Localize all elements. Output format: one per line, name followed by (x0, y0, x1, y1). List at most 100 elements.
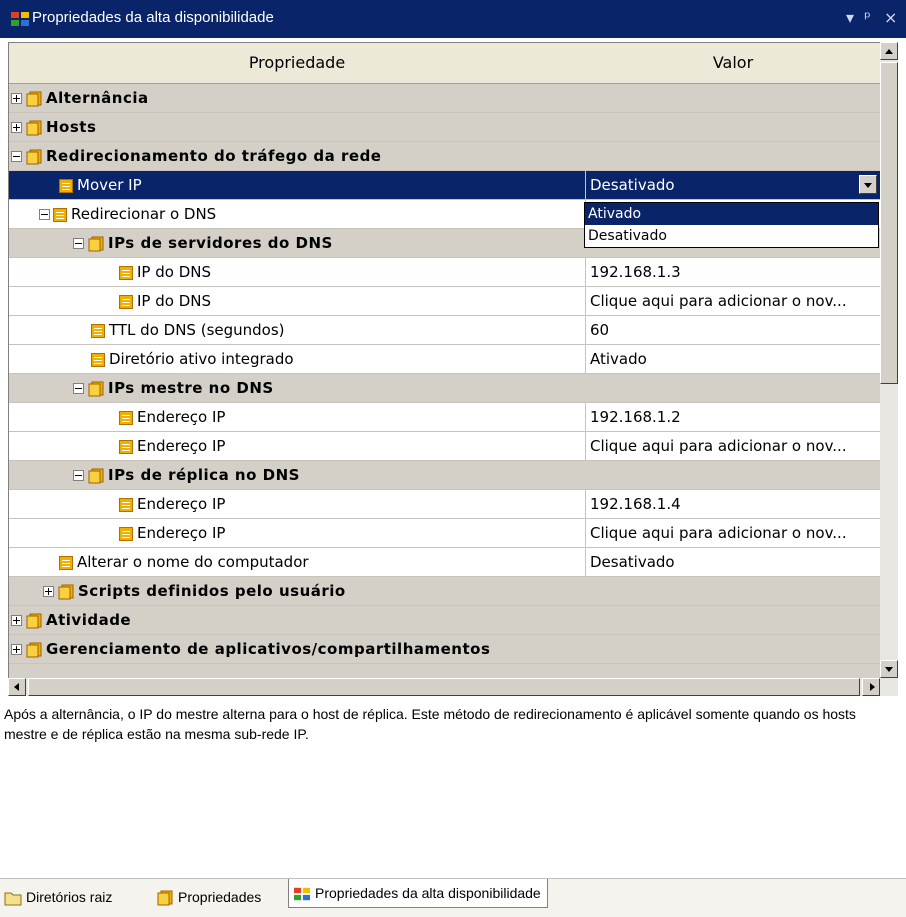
vertical-scroll-thumb[interactable] (880, 62, 898, 384)
collapse-icon[interactable] (73, 470, 84, 481)
tab-label: Propriedades (178, 889, 262, 905)
group-row-alternancia[interactable]: Alternância (9, 84, 881, 113)
property-row-endereco-ip[interactable]: Endereço IP Clique aqui para adicionar o… (9, 519, 881, 548)
property-row-ip-dns[interactable]: IP do DNS Clique aqui para adicionar o n… (9, 287, 881, 316)
property-icon (59, 178, 73, 193)
close-button[interactable]: × (884, 8, 897, 27)
row-value[interactable]: 192.168.1.4 (585, 490, 881, 518)
folder-icon (4, 892, 22, 906)
properties-folder-icon (157, 890, 173, 906)
row-label: TTL do DNS (segundos) (109, 321, 285, 339)
high-availability-icon (11, 12, 29, 26)
row-value[interactable]: Clique aqui para adicionar o nov... (585, 432, 881, 460)
tab-propriedades[interactable]: Propriedades (156, 883, 261, 911)
property-icon (119, 526, 133, 541)
expand-icon[interactable] (11, 122, 22, 133)
row-value (585, 577, 881, 605)
scroll-left-icon[interactable] (8, 678, 26, 696)
tab-label: Diretórios raiz (26, 889, 113, 905)
property-row-endereco-ip[interactable]: Endereço IP 192.168.1.2 (9, 403, 881, 432)
option-desativado[interactable]: Desativado (585, 225, 878, 247)
row-value[interactable]: Clique aqui para adicionar o nov... (585, 519, 881, 547)
scroll-up-icon[interactable] (880, 42, 898, 60)
collapse-icon[interactable] (73, 238, 84, 249)
row-value[interactable]: 192.168.1.3 (585, 258, 881, 286)
row-label: Endereço IP (137, 437, 226, 455)
property-row-endereco-ip[interactable]: Endereço IP 192.168.1.4 (9, 490, 881, 519)
property-row-ip-dns[interactable]: IP do DNS 192.168.1.3 (9, 258, 881, 287)
property-icon (119, 497, 133, 512)
row-value[interactable]: Clique aqui para adicionar o nov... (585, 287, 881, 315)
property-row-diretorio-ativo[interactable]: Diretório ativo integrado Ativado (9, 345, 881, 374)
row-label: Scripts definidos pelo usuário (78, 582, 346, 600)
row-label: IPs mestre no DNS (108, 379, 274, 397)
panel-title-bar: Propriedades da alta disponibilidade ▾ ᵖ… (0, 0, 906, 38)
row-value[interactable]: 60 (585, 316, 881, 344)
collapse-icon[interactable] (39, 209, 50, 220)
expand-icon[interactable] (43, 586, 54, 597)
vertical-scrollbar[interactable] (880, 42, 898, 678)
group-row-ips-mestre[interactable]: IPs mestre no DNS (9, 374, 881, 403)
row-value[interactable]: Desativado (585, 548, 881, 576)
row-label: Redirecionar o DNS (71, 205, 217, 223)
row-value (585, 84, 881, 112)
group-row-atividade[interactable]: Atividade (9, 606, 881, 635)
property-row-ttl-dns[interactable]: TTL do DNS (segundos) 60 (9, 316, 881, 345)
group-row-gerenciamento[interactable]: Gerenciamento de aplicativos/compartilha… (9, 635, 881, 664)
group-row-hosts[interactable]: Hosts (9, 113, 881, 142)
option-ativado[interactable]: Ativado (585, 203, 878, 225)
property-icon (53, 207, 67, 222)
row-value (585, 635, 881, 663)
property-icon (119, 265, 133, 280)
properties-folder-icon (26, 642, 42, 657)
expand-icon[interactable] (11, 93, 22, 104)
pin-icon[interactable]: ᵖ (864, 8, 871, 27)
properties-folder-icon (26, 91, 42, 106)
row-label: Endereço IP (137, 495, 226, 513)
mover-ip-dropdown-list: Ativado Desativado (584, 202, 879, 248)
expand-icon[interactable] (11, 615, 22, 626)
scroll-right-icon[interactable] (862, 678, 880, 696)
row-label: Hosts (46, 118, 97, 136)
panel-title: Propriedades da alta disponibilidade (32, 9, 274, 26)
property-icon (91, 323, 105, 338)
property-row-mover-ip[interactable]: Mover IP Desativado (9, 171, 881, 200)
property-icon (91, 352, 105, 367)
row-label: Mover IP (77, 176, 142, 194)
row-value (585, 374, 881, 402)
column-header-property[interactable]: Propriedade (9, 43, 586, 84)
expand-icon[interactable] (11, 644, 22, 655)
scroll-down-icon[interactable] (880, 660, 898, 678)
row-label: IP do DNS (137, 292, 211, 310)
row-label: Endereço IP (137, 408, 226, 426)
row-label: Atividade (46, 611, 132, 629)
properties-folder-icon (88, 236, 104, 251)
row-value (585, 142, 881, 170)
mover-ip-select[interactable]: Desativado (585, 171, 881, 199)
group-row-redirecionamento[interactable]: Redirecionamento do tráfego da rede (9, 142, 881, 171)
dropdown-arrow-icon[interactable] (859, 175, 877, 194)
property-icon (59, 555, 73, 570)
collapse-icon[interactable] (11, 151, 22, 162)
property-row-alterar-nome[interactable]: Alterar o nome do computador Desativado (9, 548, 881, 577)
tab-diretorios-raiz[interactable]: Diretórios raiz (4, 883, 112, 911)
panel-menu-button[interactable]: ▾ (846, 8, 854, 27)
high-availability-icon (294, 888, 310, 901)
group-row-ips-replica[interactable]: IPs de réplica no DNS (9, 461, 881, 490)
row-label: IPs de réplica no DNS (108, 466, 300, 484)
column-header-value[interactable]: Valor (585, 43, 881, 84)
horizontal-scrollbar[interactable] (8, 678, 898, 696)
properties-folder-icon (88, 468, 104, 483)
horizontal-scroll-thumb[interactable] (28, 678, 860, 696)
row-value[interactable]: Ativado (585, 345, 881, 373)
row-value[interactable]: 192.168.1.2 (585, 403, 881, 431)
row-label: IP do DNS (137, 263, 211, 281)
property-row-endereco-ip[interactable]: Endereço IP Clique aqui para adicionar o… (9, 432, 881, 461)
properties-folder-icon (26, 149, 42, 164)
collapse-icon[interactable] (73, 383, 84, 394)
selected-value: Desativado (590, 176, 675, 194)
tab-propriedades-alta-disponibilidade[interactable]: Propriedades da alta disponibilidade (288, 879, 548, 908)
group-row-scripts[interactable]: Scripts definidos pelo usuário (9, 577, 881, 606)
properties-folder-icon (88, 381, 104, 396)
tab-label: Propriedades da alta disponibilidade (315, 885, 541, 901)
